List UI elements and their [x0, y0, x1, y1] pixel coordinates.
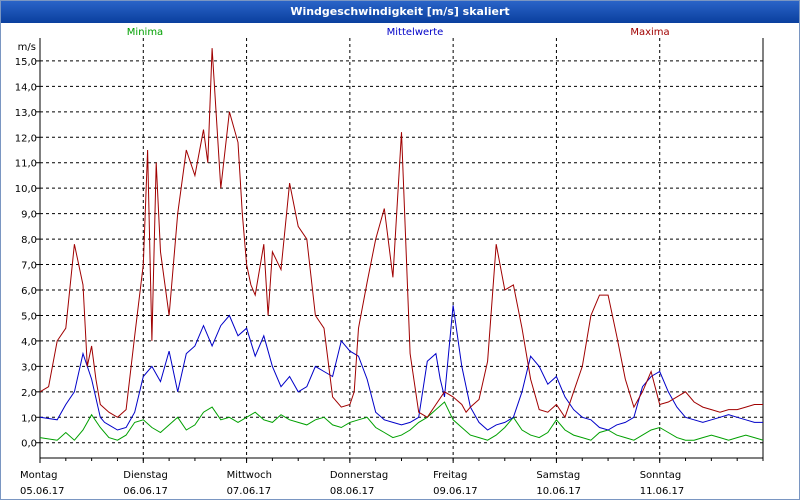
series-lines [39, 48, 764, 441]
x-tick-day-label: Montag [20, 470, 57, 481]
y-tick-label: 11,0 [15, 159, 37, 170]
grid-lines [40, 38, 763, 458]
x-tick-date-label: 08.06.17 [330, 486, 375, 497]
chart-canvas: 0,0 1,0 2,0 3,0 4,0 5,0 6,0 7,0 8,0 9,0 10,0 11,0 12… [15, 27, 764, 497]
axes [36, 38, 764, 463]
y-tick-label: 7,0 [21, 261, 37, 272]
y-tick-label: 10,0 [15, 184, 37, 195]
y-tick-label: 2,0 [21, 388, 37, 399]
x-tick-day-label: Samstag [536, 470, 580, 481]
series-line-minima [39, 401, 764, 441]
y-tick-label: 12,0 [15, 133, 37, 144]
y-tick-label: 4,0 [21, 337, 37, 348]
y-tick-label: 15,0 [15, 57, 37, 68]
y-tick-label: 8,0 [21, 235, 37, 246]
x-tick-date-label: 07.06.17 [227, 486, 272, 497]
y-tick-label: 1,0 [21, 413, 37, 424]
x-tick-day-label: Freitag [433, 470, 467, 481]
x-tick-day-label: Mittwoch [227, 470, 272, 481]
series-line-maxima [39, 48, 763, 419]
y-axis-label: m/s [18, 42, 36, 53]
series-line-mittelwerte [39, 305, 763, 431]
y-tick-label: 3,0 [21, 362, 37, 373]
x-tick-date-label: 09.06.17 [433, 486, 478, 497]
x-tick-day-label: Dienstag [123, 470, 168, 481]
legend-entry: Minima [127, 27, 163, 38]
y-tick-label: 5,0 [21, 311, 37, 322]
x-tick-date-label: 10.06.17 [536, 486, 581, 497]
y-tick-label: 6,0 [21, 286, 37, 297]
x-tick-date-label: 11.06.17 [640, 486, 685, 497]
y-tick-label: 14,0 [15, 82, 37, 93]
legend-entry: Mittelwerte [387, 27, 444, 38]
x-tick-date-label: 05.06.17 [20, 486, 65, 497]
x-tick-day-label: Donnerstag [330, 470, 388, 481]
x-tick-date-label: 06.06.17 [123, 486, 168, 497]
legend-entry: Maxima [630, 27, 669, 38]
legend: Minima Mittelwerte Maxima [127, 27, 670, 38]
y-tick-label: 13,0 [15, 108, 37, 119]
y-tick-label: 9,0 [21, 210, 37, 221]
x-tick-day-label: Sonntag [640, 470, 682, 481]
y-tick-label: 0,0 [21, 439, 37, 450]
